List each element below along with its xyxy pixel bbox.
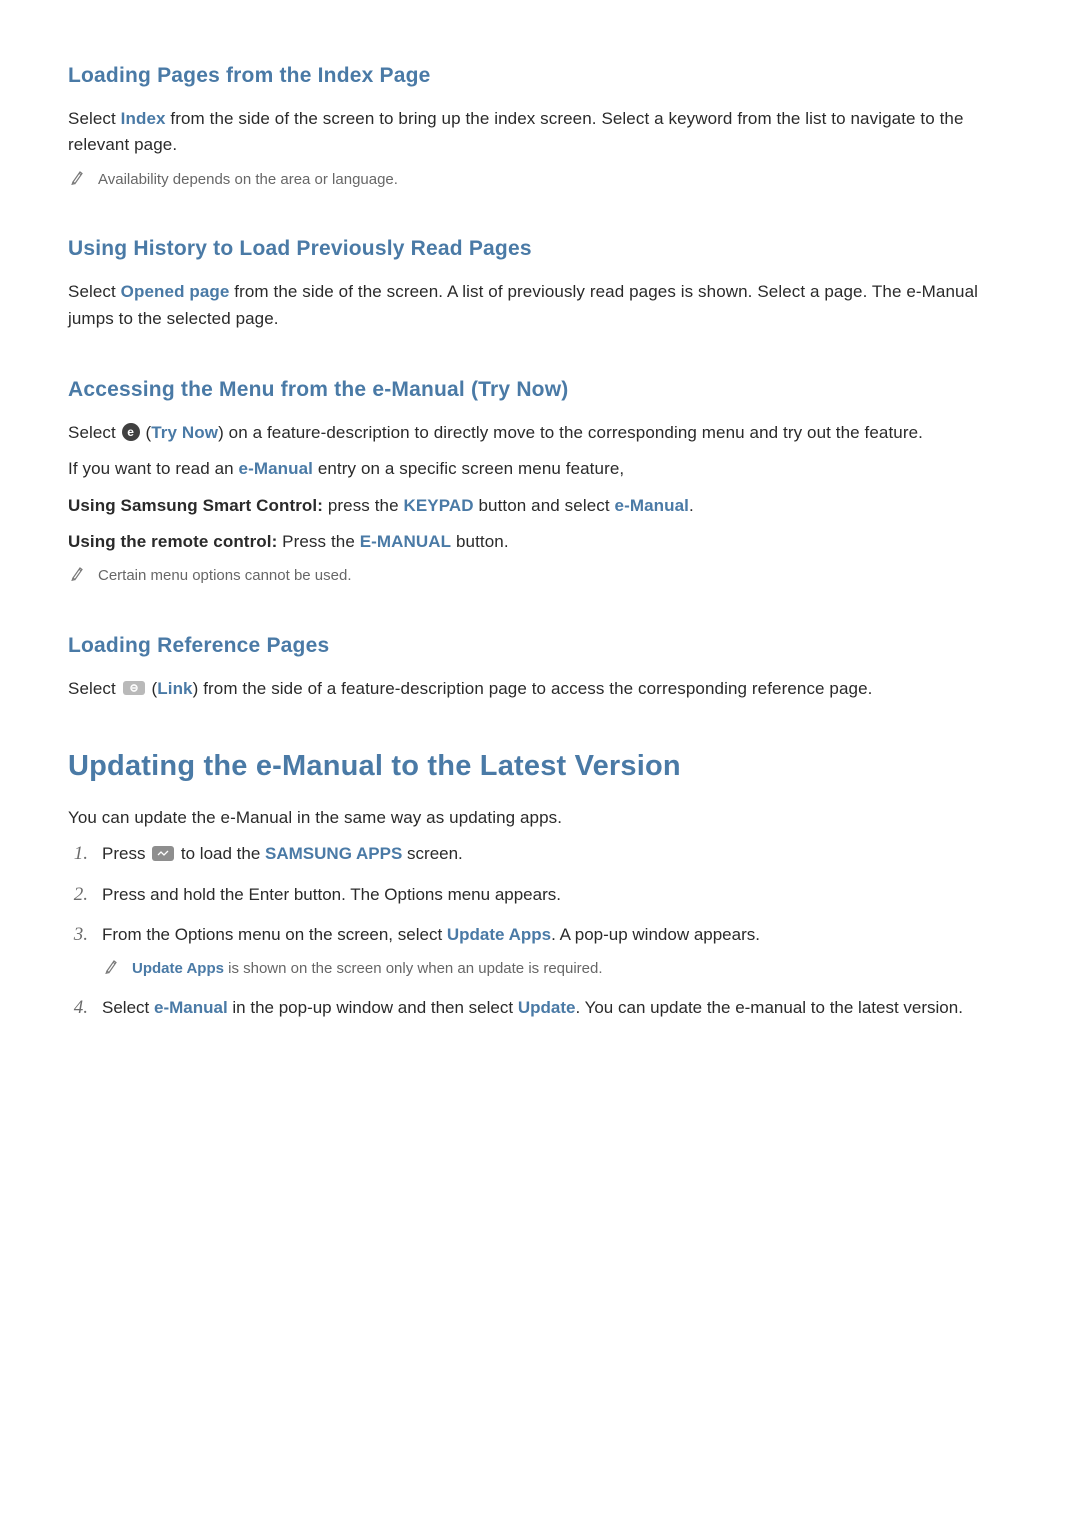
heading-loading-index: Loading Pages from the Index Page [68, 64, 1012, 88]
text: . You can update the e-manual to the lat… [575, 998, 963, 1017]
paragraph: Using the remote control: Press the E-MA… [68, 529, 1012, 555]
paragraph: If you want to read an e-Manual entry on… [68, 456, 1012, 482]
keyword-opened-page: Opened page [121, 282, 230, 301]
keyword-e-manual-button: E-MANUAL [360, 532, 451, 551]
step-number: 1. [68, 841, 88, 867]
text: Select [102, 998, 154, 1017]
try-now-pill-icon: e [122, 423, 140, 441]
note: Update Apps is shown on the screen only … [104, 958, 760, 981]
text: If you want to read an [68, 459, 239, 478]
manual-page: Loading Pages from the Index Page Select… [0, 0, 1080, 1527]
keyword-keypad: KEYPAD [403, 496, 473, 515]
note-text: Certain menu options cannot be used. [98, 565, 352, 588]
paragraph: Select Opened page from the side of the … [68, 279, 1012, 332]
text: press the [323, 496, 403, 515]
list-item: 1. Press to load the SAMSUNG APPS screen… [68, 841, 1012, 867]
section-loading-index: Loading Pages from the Index Page Select… [68, 64, 1012, 191]
link-chip-icon [123, 681, 145, 695]
text: From the Options menu on the screen, sel… [102, 925, 447, 944]
text: ) from the side of a feature-description… [193, 679, 873, 698]
text: Press [102, 844, 150, 863]
text: button. [451, 532, 509, 551]
step-number: 4. [68, 995, 88, 1021]
section-history: Using History to Load Previously Read Pa… [68, 237, 1012, 332]
step-text: Select e-Manual in the pop-up window and… [102, 995, 963, 1021]
list-item: 3. From the Options menu on the screen, … [68, 922, 1012, 981]
step-text: Press and hold the Enter button. The Opt… [102, 882, 561, 908]
step-number: 3. [68, 922, 88, 948]
section-reference-pages: Loading Reference Pages Select (Link) fr… [68, 634, 1012, 702]
step-number: 2. [68, 882, 88, 908]
note-text: Update Apps is shown on the screen only … [132, 958, 603, 981]
keyword-update-apps: Update Apps [132, 960, 224, 977]
text: . A pop-up window appears. [551, 925, 760, 944]
keyword-e-manual: e-Manual [239, 459, 313, 478]
section-try-now: Accessing the Menu from the e-Manual (Tr… [68, 378, 1012, 588]
text: Select [68, 423, 121, 442]
keyword-try-now: Try Now [151, 423, 218, 442]
heading-reference-pages: Loading Reference Pages [68, 634, 1012, 658]
paragraph: Select (Link) from the side of a feature… [68, 676, 1012, 702]
text: Select [68, 679, 121, 698]
smart-hub-button-icon [152, 846, 174, 861]
note: Availability depends on the area or lang… [70, 169, 1012, 192]
text: Select [68, 109, 121, 128]
keyword-e-manual: e-Manual [615, 496, 689, 515]
text: entry on a specific screen menu feature, [313, 459, 624, 478]
pencil-icon [70, 169, 84, 185]
text: . [689, 496, 694, 515]
text: Press the [277, 532, 359, 551]
keyword-index: Index [121, 109, 166, 128]
label-remote-control: Using the remote control: [68, 532, 277, 551]
text: screen. [402, 844, 462, 863]
text: in the pop-up window and then select [228, 998, 518, 1017]
text: button and select [474, 496, 615, 515]
text: Select [68, 282, 121, 301]
keyword-update: Update [518, 998, 576, 1017]
pencil-icon [70, 565, 84, 581]
paragraph: Select e (Try Now) on a feature-descript… [68, 420, 1012, 446]
heading-try-now: Accessing the Menu from the e-Manual (Tr… [68, 378, 1012, 402]
keyword-update-apps: Update Apps [447, 925, 551, 944]
text: to load the [176, 844, 265, 863]
pencil-icon [104, 958, 118, 974]
keyword-e-manual: e-Manual [154, 998, 228, 1017]
note-text: Availability depends on the area or lang… [98, 169, 398, 192]
heading-history: Using History to Load Previously Read Pa… [68, 237, 1012, 261]
paragraph: You can update the e-Manual in the same … [68, 805, 1012, 831]
list-item: 4. Select e-Manual in the pop-up window … [68, 995, 1012, 1021]
keyword-samsung-apps: SAMSUNG APPS [265, 844, 402, 863]
step-text: From the Options menu on the screen, sel… [102, 922, 760, 981]
text: from the side of the screen to bring up … [68, 109, 964, 154]
paragraph: Using Samsung Smart Control: press the K… [68, 493, 1012, 519]
ordered-list: 1. Press to load the SAMSUNG APPS screen… [68, 841, 1012, 1021]
step-text: Press to load the SAMSUNG APPS screen. [102, 841, 463, 867]
keyword-link: Link [157, 679, 192, 698]
text: ) on a feature-description to directly m… [218, 423, 923, 442]
heading-updating: Updating the e-Manual to the Latest Vers… [68, 750, 1012, 783]
list-item: 2. Press and hold the Enter button. The … [68, 882, 1012, 908]
text: is shown on the screen only when an upda… [224, 960, 603, 977]
note: Certain menu options cannot be used. [70, 565, 1012, 588]
paragraph: Select Index from the side of the screen… [68, 106, 1012, 159]
label-smart-control: Using Samsung Smart Control: [68, 496, 323, 515]
